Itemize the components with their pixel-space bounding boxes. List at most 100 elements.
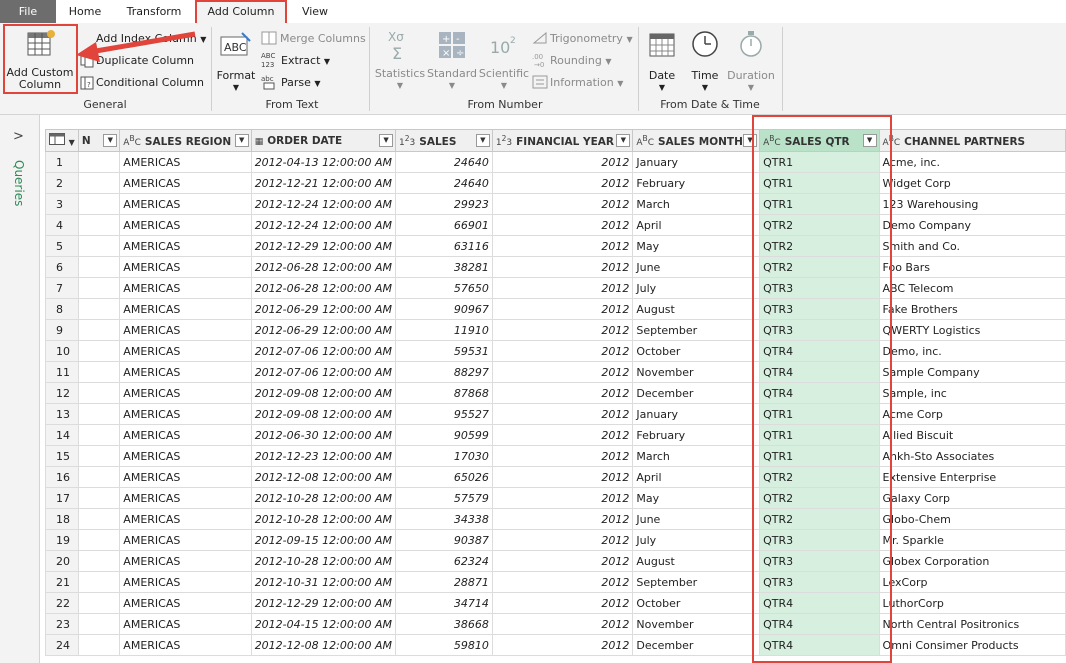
table-cell[interactable] (77, 466, 121, 488)
filter-dropdown-icon[interactable]: ▼ (616, 134, 631, 147)
tab-home[interactable]: Home (62, 0, 108, 23)
table-cell[interactable]: 2012 (491, 382, 634, 404)
filter-dropdown-icon[interactable]: ▼ (103, 134, 118, 147)
table-cell[interactable]: AMERICAS (119, 403, 252, 425)
filter-dropdown-icon[interactable]: ▼ (379, 134, 394, 147)
table-cell[interactable] (77, 277, 121, 299)
table-cell[interactable]: 2012 (491, 235, 634, 257)
table-row[interactable]: 22 AMERICAS 2012-12-29 12:00:00 AM 34714 201… (45, 592, 1066, 614)
table-cell[interactable] (77, 529, 121, 551)
table-cell[interactable]: 2012-06-29 12:00:00 AM (250, 319, 397, 341)
table-cell[interactable]: Globo-Chem (878, 508, 1066, 530)
table-cell[interactable]: 2012-12-08 12:00:00 AM (250, 634, 397, 656)
table-cell[interactable]: 2012 (491, 613, 634, 635)
table-cell[interactable]: AMERICAS (119, 634, 252, 656)
table-cell[interactable]: January (632, 151, 761, 173)
table-cell[interactable] (77, 550, 121, 572)
table-cell[interactable]: 57579 (395, 487, 493, 509)
table-cell[interactable]: 2012 (491, 445, 634, 467)
table-cell[interactable]: North Central Positronics (878, 613, 1066, 635)
column-header-channel-partners[interactable]: ABC CHANNEL PARTNERS (878, 129, 1066, 152)
table-cell[interactable]: 24640 (395, 172, 493, 194)
table-cell[interactable]: 34714 (395, 592, 493, 614)
table-cell[interactable]: 2012 (491, 193, 634, 215)
table-cell[interactable]: 2012 (491, 151, 634, 173)
table-cell[interactable]: 2012 (491, 424, 634, 446)
table-cell[interactable]: 2012-04-15 12:00:00 AM (250, 613, 397, 635)
table-cell[interactable]: Acme Corp (878, 403, 1066, 425)
table-cell[interactable] (77, 382, 121, 404)
table-cell[interactable]: AMERICAS (119, 172, 252, 194)
table-cell[interactable]: AMERICAS (119, 613, 252, 635)
table-cell[interactable]: AMERICAS (119, 571, 252, 593)
table-cell[interactable]: 2012-12-29 12:00:00 AM (250, 592, 397, 614)
table-cell[interactable]: 87868 (395, 382, 493, 404)
table-cell[interactable]: Fake Brothers (878, 298, 1066, 320)
table-cell[interactable]: February (632, 424, 761, 446)
table-cell[interactable]: October (632, 340, 761, 362)
table-cell[interactable]: 24640 (395, 151, 493, 173)
table-cell[interactable]: AMERICAS (119, 550, 252, 572)
table-cell[interactable]: 38668 (395, 613, 493, 635)
table-cell[interactable] (77, 445, 121, 467)
table-cell[interactable]: AMERICAS (119, 592, 252, 614)
table-cell[interactable] (77, 235, 121, 257)
information-button[interactable]: Information ▼ (550, 76, 623, 89)
table-row[interactable]: 8 AMERICAS 2012-06-29 12:00:00 AM 90967 2012… (45, 298, 1066, 320)
table-row[interactable]: 11 AMERICAS 2012-07-06 12:00:00 AM 88297 201… (45, 361, 1066, 383)
table-cell[interactable]: September (632, 571, 761, 593)
table-cell[interactable]: 2012 (491, 172, 634, 194)
chevron-right-icon[interactable]: > (13, 129, 24, 144)
table-cell[interactable]: Demo Company (878, 214, 1066, 236)
table-cell[interactable]: Sample Company (878, 361, 1066, 383)
parse-button[interactable]: Parse ▼ (281, 76, 321, 89)
table-cell[interactable]: June (632, 256, 761, 278)
table-cell[interactable] (77, 172, 121, 194)
table-cell[interactable]: AMERICAS (119, 319, 252, 341)
table-cell[interactable] (77, 193, 121, 215)
table-row[interactable]: 7 AMERICAS 2012-06-28 12:00:00 AM 57650 2012… (45, 277, 1066, 299)
table-cell[interactable]: AMERICAS (119, 235, 252, 257)
table-cell[interactable]: 88297 (395, 361, 493, 383)
table-cell[interactable]: 2012-10-28 12:00:00 AM (250, 487, 397, 509)
table-row[interactable]: 5 AMERICAS 2012-12-29 12:00:00 AM 63116 2012… (45, 235, 1066, 257)
table-cell[interactable]: 38281 (395, 256, 493, 278)
table-cell[interactable] (77, 151, 121, 173)
table-cell[interactable]: AMERICAS (119, 508, 252, 530)
table-row[interactable]: 14 AMERICAS 2012-06-30 12:00:00 AM 90599 201… (45, 424, 1066, 446)
table-cell[interactable]: AMERICAS (119, 193, 252, 215)
table-cell[interactable]: June (632, 508, 761, 530)
table-cell[interactable]: 57650 (395, 277, 493, 299)
table-cell[interactable]: 34338 (395, 508, 493, 530)
table-cell[interactable]: 2012-06-30 12:00:00 AM (250, 424, 397, 446)
table-cell[interactable]: 2012-10-31 12:00:00 AM (250, 571, 397, 593)
table-cell[interactable]: AMERICAS (119, 529, 252, 551)
table-cell[interactable]: 59810 (395, 634, 493, 656)
table-cell[interactable]: 59531 (395, 340, 493, 362)
table-cell[interactable]: 11910 (395, 319, 493, 341)
table-cell[interactable]: August (632, 298, 761, 320)
column-header-sales[interactable]: 123 SALES ▼ (395, 129, 493, 152)
table-cell[interactable] (77, 508, 121, 530)
table-row[interactable]: 18 AMERICAS 2012-10-28 12:00:00 AM 34338 201… (45, 508, 1066, 530)
table-cell[interactable]: December (632, 382, 761, 404)
table-cell[interactable]: July (632, 529, 761, 551)
table-cell[interactable]: Omni Consimer Products (878, 634, 1066, 656)
table-cell[interactable]: 2012 (491, 214, 634, 236)
table-row[interactable]: 19 AMERICAS 2012-09-15 12:00:00 AM 90387 201… (45, 529, 1066, 551)
table-row[interactable]: 3 AMERICAS 2012-12-24 12:00:00 AM 29923 2012… (45, 193, 1066, 215)
table-cell[interactable] (77, 424, 121, 446)
column-header-financial-year[interactable]: 123 FINANCIAL YEAR ▼ (491, 129, 634, 152)
table-cell[interactable]: Ankh-Sto Associates (878, 445, 1066, 467)
table-cell[interactable]: April (632, 214, 761, 236)
table-cell[interactable] (77, 256, 121, 278)
table-cell[interactable]: 2012 (491, 403, 634, 425)
table-cell[interactable]: AMERICAS (119, 424, 252, 446)
table-cell[interactable]: 17030 (395, 445, 493, 467)
table-cell[interactable]: May (632, 487, 761, 509)
table-cell[interactable]: Extensive Enterprise (878, 466, 1066, 488)
table-cell[interactable]: 123 Warehousing (878, 193, 1066, 215)
table-cell[interactable] (77, 298, 121, 320)
table-cell[interactable]: October (632, 592, 761, 614)
table-cell[interactable]: AMERICAS (119, 487, 252, 509)
